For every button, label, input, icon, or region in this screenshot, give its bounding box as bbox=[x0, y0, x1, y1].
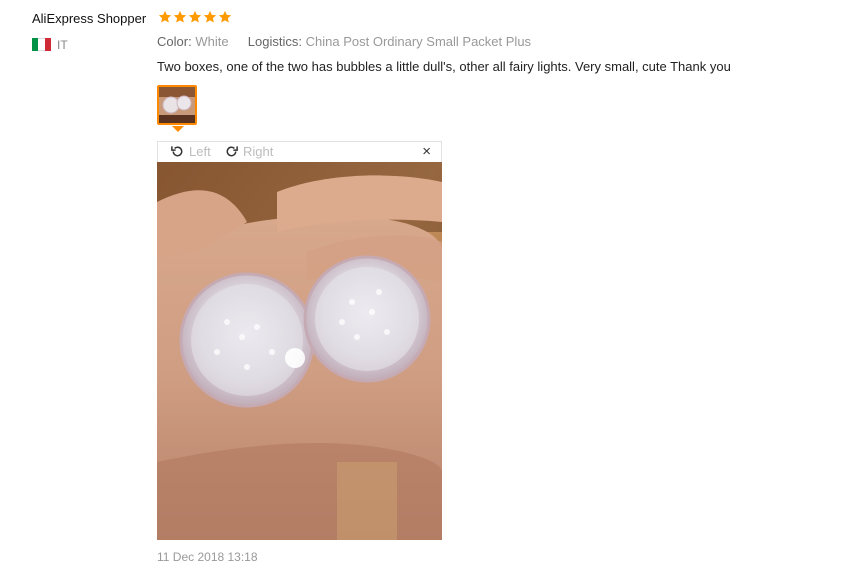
image-viewer-toolbar: Left Right × bbox=[157, 141, 442, 162]
country-code: IT bbox=[57, 38, 68, 52]
rotate-right-label: Right bbox=[243, 144, 274, 159]
star-icon bbox=[188, 10, 202, 23]
review-photo-large bbox=[157, 162, 442, 540]
rotate-left-button[interactable]: Left bbox=[170, 144, 211, 159]
italy-flag-icon bbox=[32, 38, 51, 51]
star-icon bbox=[173, 10, 187, 23]
star-icon bbox=[158, 10, 172, 23]
star-icon bbox=[203, 10, 217, 23]
color-value: White bbox=[195, 34, 229, 49]
star-icon bbox=[218, 10, 232, 23]
thumbnail-pointer bbox=[172, 126, 184, 132]
rotate-right-icon bbox=[226, 146, 238, 157]
star-rating bbox=[158, 10, 232, 24]
photo-image bbox=[157, 162, 442, 540]
review-photo-thumbnail[interactable] bbox=[157, 85, 197, 125]
rotate-left-label: Left bbox=[189, 144, 211, 159]
logistics-label: Logistics: bbox=[247, 34, 302, 49]
close-icon[interactable]: × bbox=[422, 143, 431, 160]
review-date: 11 Dec 2018 13:18 bbox=[157, 550, 258, 564]
rotate-left-icon bbox=[171, 146, 183, 157]
rotate-right-button[interactable]: Right bbox=[224, 144, 273, 159]
reviewer-name: AliExpress Shopper bbox=[32, 11, 147, 26]
thumbnail-image bbox=[159, 87, 195, 123]
review-text: Two boxes, one of the two has bubbles a … bbox=[157, 59, 731, 74]
color-label: Color: bbox=[157, 34, 192, 49]
logistics-value: China Post Ordinary Small Packet Plus bbox=[305, 34, 532, 49]
order-details: Color: White Logistics: China Post Ordin… bbox=[157, 34, 531, 49]
